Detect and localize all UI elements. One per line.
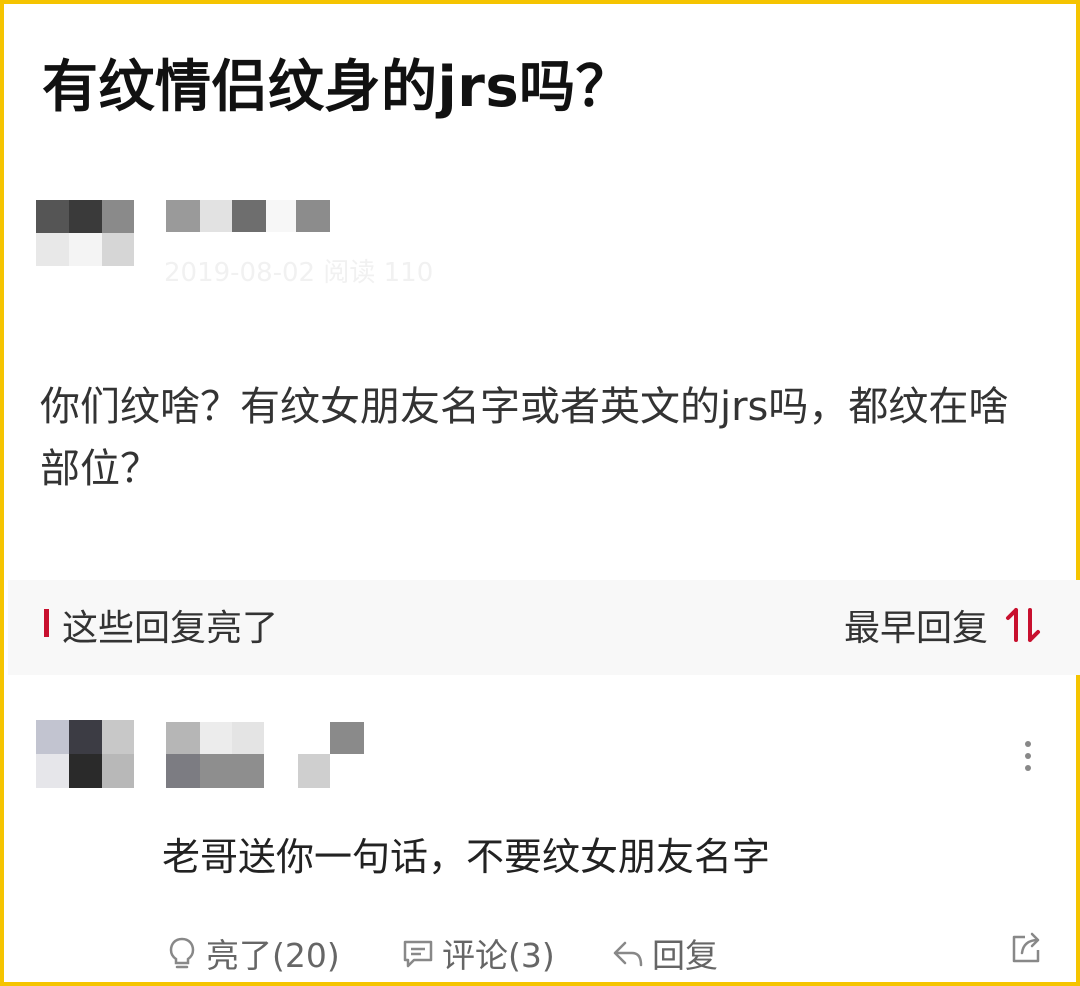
post-title: 有纹情侣纹身的jrs吗？	[42, 55, 633, 120]
author-name[interactable]	[166, 200, 332, 234]
reply-actions-bar: 亮了(20) 评论(3) 回复	[4, 929, 1080, 979]
reply-author-name[interactable]	[166, 722, 366, 788]
reply-arrow-icon	[613, 941, 643, 967]
reply-author-avatar[interactable]	[36, 720, 134, 788]
screenshot-frame: 有纹情侣纹身的jrs吗？ 2019-08-02 阅读 110 你们纹啥？有纹女朋…	[0, 0, 1080, 986]
sort-toggle-button[interactable]: 最早回复	[844, 599, 1044, 651]
like-count-label: 亮了(20)	[206, 936, 340, 975]
share-icon	[1012, 932, 1040, 963]
comment-bubble-icon	[403, 940, 433, 968]
comment-button[interactable]: 评论(3)	[400, 929, 555, 977]
post-meta: 2019-08-02 阅读 110	[164, 258, 434, 288]
sort-arrows-icon	[1006, 608, 1040, 642]
post-body: 你们纹啥？有纹女朋友名字或者英文的jrs吗，都纹在啥部位？	[40, 384, 1009, 492]
share-button[interactable]	[1008, 929, 1044, 965]
reply-content: 老哥送你一句话，不要纹女朋友名字	[162, 835, 771, 879]
comment-count-label: 评论(3)	[442, 936, 555, 975]
like-button[interactable]: 亮了(20)	[164, 929, 340, 977]
reply-label: 回复	[652, 936, 718, 975]
replies-section-title: 这些回复亮了	[62, 608, 279, 649]
author-avatar[interactable]	[36, 200, 134, 266]
more-vertical-icon[interactable]	[1014, 739, 1042, 773]
sort-label: 最早回复	[843, 608, 988, 649]
reply-button[interactable]: 回复	[610, 929, 718, 977]
bulb-icon	[169, 937, 195, 969]
section-accent-bar	[44, 609, 49, 637]
